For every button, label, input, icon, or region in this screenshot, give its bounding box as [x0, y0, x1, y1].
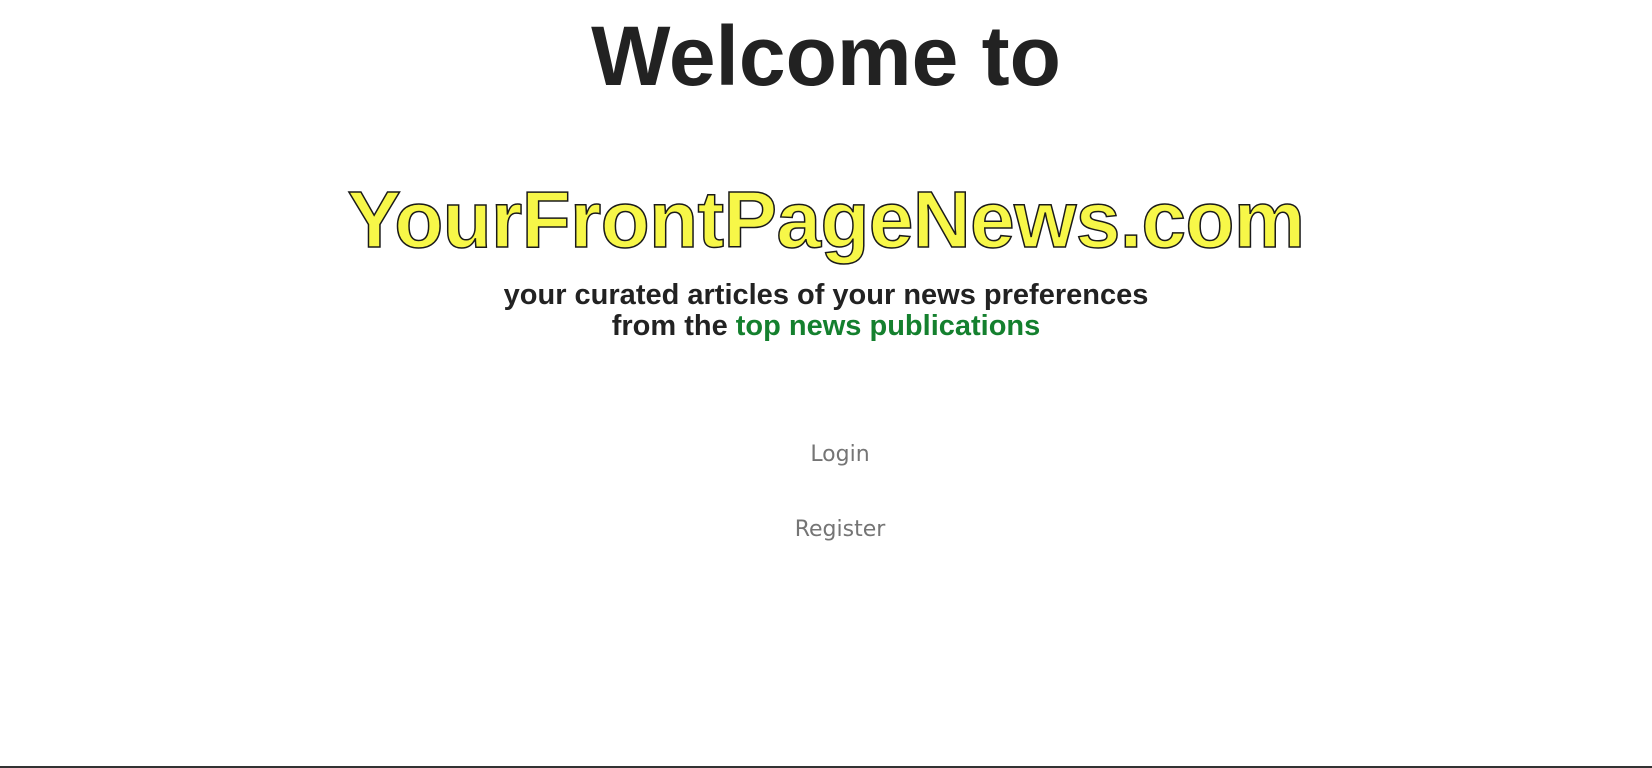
tagline-line-2-prefix: from the	[611, 310, 736, 342]
welcome-heading: Welcome to	[591, 9, 1061, 103]
tagline-highlight: top news publications	[735, 310, 1041, 342]
tagline: your curated articles of your news prefe…	[0, 280, 1652, 342]
tagline-line-1: your curated articles of your news prefe…	[503, 279, 1149, 311]
register-link[interactable]: Register	[740, 515, 940, 545]
login-link[interactable]: Login	[740, 440, 940, 470]
site-name-title: YourFrontPageNews.com	[347, 174, 1306, 265]
landing-page: Welcome to YourFrontPageNews.com your cu…	[0, 0, 1652, 768]
